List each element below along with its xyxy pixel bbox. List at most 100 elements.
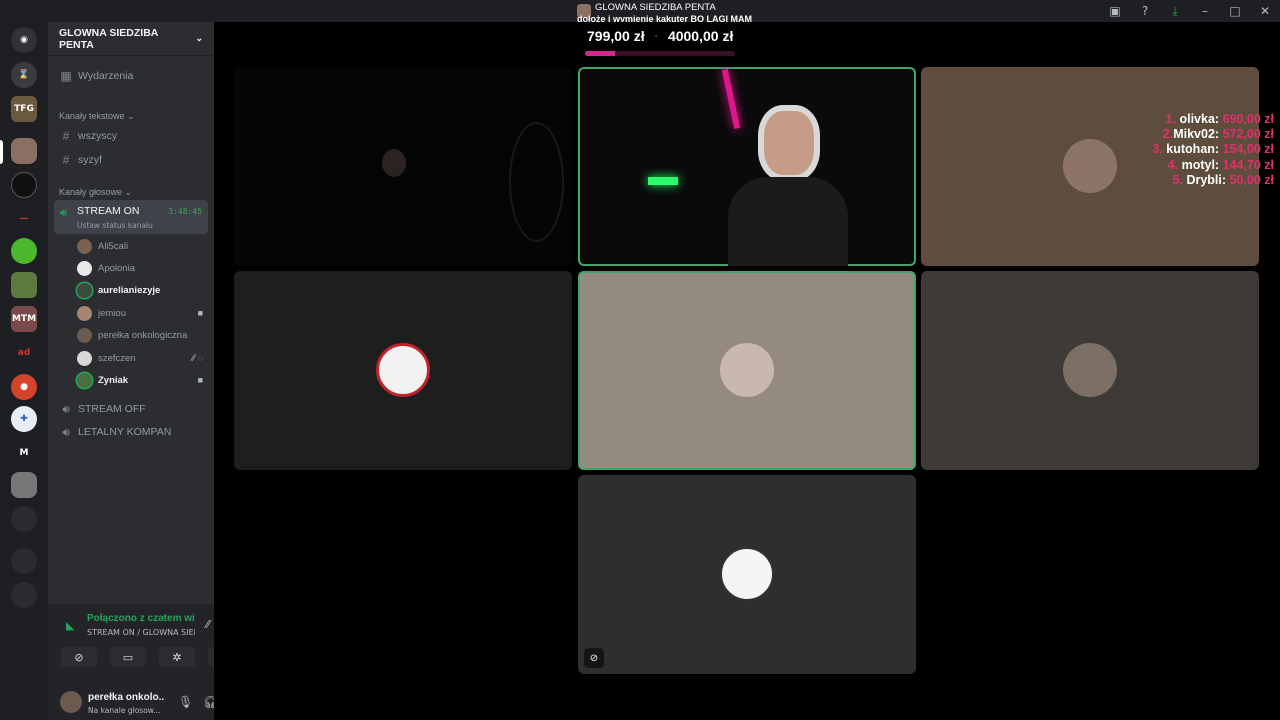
hash-icon: # (62, 153, 70, 167)
server-icon[interactable]: TFG (11, 96, 37, 122)
voice-connection-panel: ◣ Połączono z czatem wid STREAM ON / GLO… (48, 604, 245, 684)
voice-user-name: Zyniak (98, 374, 129, 386)
voice-category-label: Kanały głosowe (59, 187, 123, 197)
microphone-icon[interactable]: 🎙︎ (178, 695, 193, 709)
neon-light (721, 69, 741, 129)
leaderboard-row: 4. motyl: 144,70 zł (1167, 157, 1274, 172)
camera-off-icon[interactable]: ⊘ (61, 647, 97, 667)
username[interactable]: perełka onkolo... (88, 692, 164, 703)
voice-user[interactable]: Ali5cali (77, 236, 207, 256)
server-icon[interactable] (11, 172, 37, 198)
voice-user[interactable]: Apolonia (77, 258, 207, 278)
close-icon[interactable]: ✕ (1250, 0, 1280, 22)
chevron-down-icon: ⌄ (195, 33, 203, 43)
voice-stage: ⊘ 1. olivka: 690,00 zł 2.Mikv02: 572,00 … (214, 22, 1280, 720)
voice-user-name: aurelianiezyje (98, 285, 161, 297)
voice-tile[interactable]: ⊘ (578, 475, 916, 674)
avatar[interactable] (60, 691, 82, 713)
donation-separator: · (654, 31, 658, 42)
signal-icon[interactable]: ◣ (66, 619, 74, 632)
server-rail: ◉ ⌛ TFG — MTM ad ● ✚ M (0, 22, 48, 720)
server-icon[interactable]: ● (11, 374, 37, 400)
channel-status[interactable]: Ustaw status kanału (77, 221, 153, 230)
voice-tile[interactable] (921, 271, 1259, 470)
video-tile[interactable] (234, 67, 572, 266)
voice-tile[interactable] (234, 271, 572, 470)
camera-off-icon: ⊘ (584, 648, 604, 668)
server-icon[interactable]: M (11, 440, 37, 466)
voice-user-name: jemiou (98, 307, 126, 319)
participant-video (382, 149, 406, 177)
voice-user[interactable]: Zyniak ■ (77, 370, 207, 390)
text-channel[interactable]: # syzyf (54, 149, 208, 171)
voice-channel[interactable]: 🔊︎ STREAM OFF (54, 398, 208, 420)
server-folder-icon[interactable] (11, 548, 37, 574)
user-status: Na kanale głosow... (88, 706, 161, 715)
server-folder-icon[interactable] (11, 506, 37, 532)
voice-user-name: Apolonia (98, 262, 135, 274)
voice-user[interactable]: jemiou ■ (77, 303, 207, 323)
hash-icon: # (62, 129, 70, 143)
minimize-icon[interactable]: – (1190, 0, 1220, 22)
avatar (77, 305, 92, 321)
microphone-arm (509, 122, 564, 242)
text-channel[interactable]: # wszyscy (54, 125, 208, 147)
voice-user-name: Ali5cali (98, 240, 129, 252)
events-link[interactable]: ▦ Wydarzenia (54, 65, 208, 87)
server-icon[interactable]: ad (11, 340, 37, 366)
avatar (720, 547, 774, 601)
title-bar: GLOWNA SIEDZIBA PENTA dołożę i wymienię … (0, 0, 1280, 24)
avatar (376, 343, 430, 397)
server-icon[interactable]: — (11, 206, 37, 232)
donation-target: 4000,00 zł (667, 28, 734, 44)
maximize-icon[interactable]: □ (1220, 0, 1250, 22)
server-icon[interactable] (11, 272, 37, 298)
donation-progress-fill (585, 51, 615, 56)
avatar (77, 372, 92, 388)
channel-label: LETALNY KOMPAN (78, 426, 172, 438)
server-icon[interactable] (11, 138, 37, 164)
voice-user-name: szefczen (98, 352, 136, 364)
server-icon[interactable]: MTM (11, 306, 37, 332)
avatar (77, 283, 92, 299)
donation-goal: 799,00 zł · 4000,00 zł (587, 28, 733, 44)
voice-timer: 3:48:45 (168, 207, 202, 216)
user-status-icon: ⁄⁄ ◌ (192, 353, 203, 363)
discord-home-icon[interactable]: ◉ (11, 27, 37, 53)
server-icon[interactable] (11, 582, 37, 608)
calendar-icon: ▦ (60, 69, 72, 83)
guild-header[interactable]: GLOWNA SIEDZIBA PENTA ⌄ (48, 22, 214, 56)
active-server-indicator (0, 140, 3, 164)
voice-user[interactable]: szefczen ⁄⁄ ◌ (77, 348, 207, 368)
led-light (648, 177, 678, 185)
activities-icon[interactable]: ✲ (159, 647, 195, 667)
screen-share-icon[interactable]: ▭ (110, 647, 146, 667)
voice-tile-speaking[interactable] (578, 271, 916, 470)
voice-channel-active[interactable]: 🔊︎ STREAM ON 3:48:45 Ustaw status kanału (54, 200, 208, 234)
server-icon[interactable]: ✚ (11, 406, 37, 432)
download-icon[interactable]: ⤓ (1160, 0, 1190, 22)
donation-progress-bar (585, 51, 735, 56)
speaker-icon: 🔊︎ (60, 206, 67, 219)
voice-channel[interactable]: 🔊︎ LETALNY KOMPAN (54, 421, 208, 443)
server-icon[interactable] (11, 472, 37, 498)
donation-current: 799,00 zł (587, 28, 645, 44)
text-category[interactable]: Kanały tekstowe ⌄ (59, 111, 135, 122)
voice-category[interactable]: Kanały głosowe ⌄ (59, 187, 132, 198)
server-icon[interactable]: ⌛ (11, 62, 37, 88)
avatar (77, 260, 92, 276)
participant-body (728, 177, 848, 266)
voice-user[interactable]: aurelianiezyje (77, 281, 207, 301)
user-status-icon: ■ (197, 308, 203, 319)
donation-leaderboard: 1. olivka: 690,00 zł 2.Mikv02: 572,00 zł… (1152, 112, 1274, 188)
inbox-icon[interactable]: ▣ (1100, 0, 1130, 22)
avatar (1063, 343, 1117, 397)
avatar (1063, 139, 1117, 193)
video-tile-speaking[interactable] (578, 67, 916, 266)
window-title: GLOWNA SIEDZIBA PENTA (595, 2, 716, 13)
server-icon[interactable] (11, 238, 37, 264)
noise-suppression-icon[interactable]: ⁄⁄ (206, 618, 210, 631)
help-icon[interactable]: ? (1130, 0, 1160, 22)
voice-channel-path[interactable]: STREAM ON / GLOWNA SIED... (87, 628, 195, 637)
voice-user[interactable]: perełka onkologiczna (77, 326, 207, 346)
